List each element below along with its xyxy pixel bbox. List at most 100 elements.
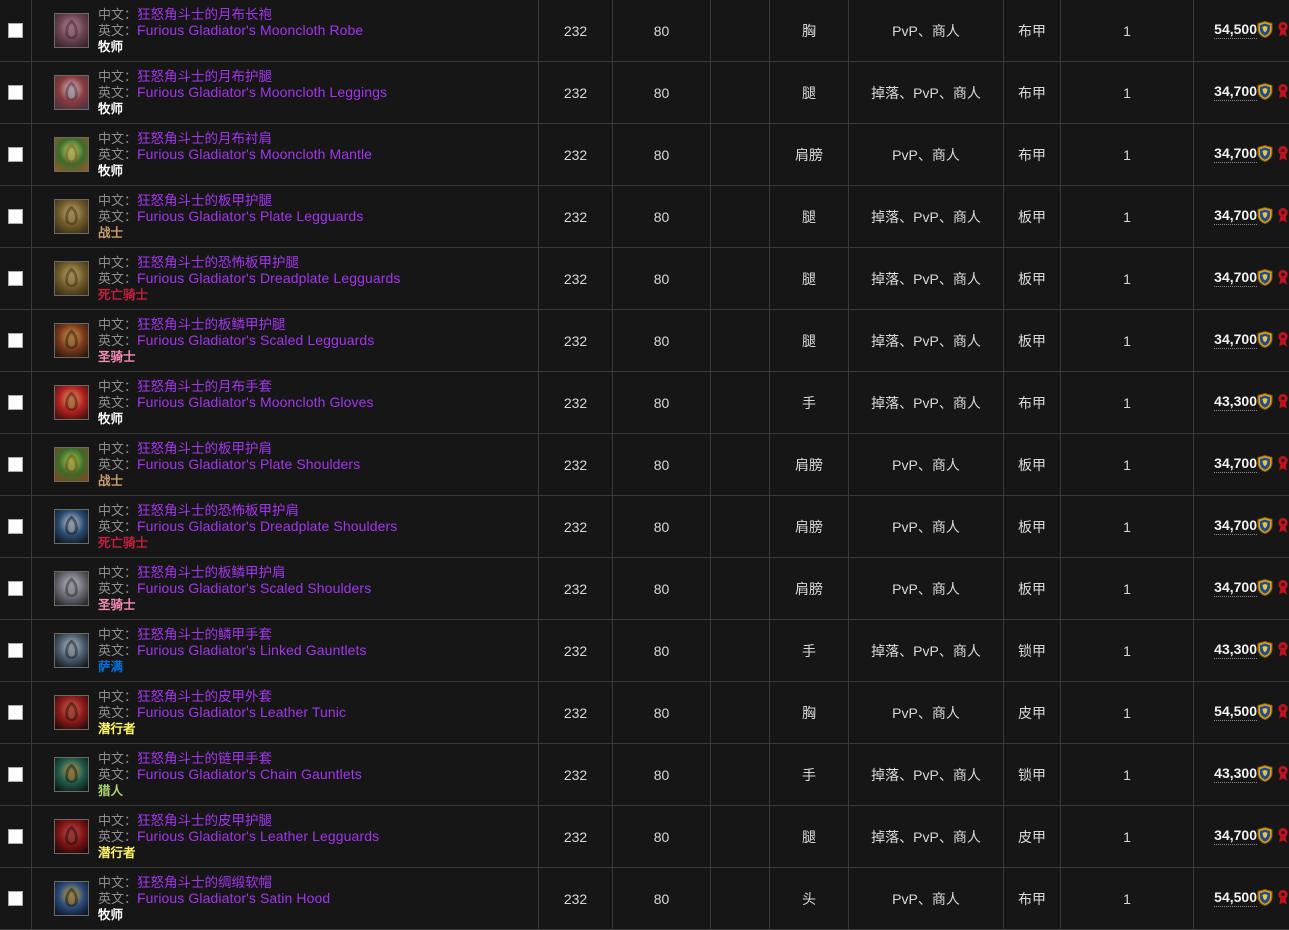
item-name-cn-line: 中文：狂怒角斗士的皮甲外套 — [98, 689, 346, 705]
row-select-cell[interactable] — [0, 124, 32, 186]
item-name-cn[interactable]: 狂怒角斗士的链甲手套 — [137, 751, 272, 766]
row-checkbox[interactable] — [8, 85, 23, 100]
item-name-cn[interactable]: 狂怒角斗士的皮甲护腿 — [137, 813, 272, 828]
item-name-cn[interactable]: 狂怒角斗士的板鳞甲护肩 — [137, 565, 286, 580]
item-icon[interactable] — [54, 261, 89, 296]
table-row[interactable]: 中文：狂怒角斗士的绸缎软帽英文：Furious Gladiator's Sati… — [0, 868, 1289, 930]
row-checkbox[interactable] — [8, 209, 23, 224]
item-name-cn[interactable]: 狂怒角斗士的月布护腿 — [137, 69, 272, 84]
table-row[interactable]: 中文：狂怒角斗士的链甲手套英文：Furious Gladiator's Chai… — [0, 744, 1289, 806]
item-name-cn[interactable]: 狂怒角斗士的板甲护肩 — [137, 441, 272, 456]
row-checkbox[interactable] — [8, 581, 23, 596]
cn-label: 中文： — [98, 317, 137, 332]
item-name-cn[interactable]: 狂怒角斗士的月布衬肩 — [137, 131, 272, 146]
table-row[interactable]: 中文：狂怒角斗士的月布护腿英文：Furious Gladiator's Moon… — [0, 62, 1289, 124]
table-row[interactable]: 中文：狂怒角斗士的板甲护肩英文：Furious Gladiator's Plat… — [0, 434, 1289, 496]
row-checkbox[interactable] — [8, 147, 23, 162]
item-icon[interactable] — [54, 199, 89, 234]
en-label: 英文： — [98, 457, 137, 472]
item-icon[interactable] — [54, 447, 89, 482]
item-name-cn[interactable]: 狂怒角斗士的皮甲外套 — [137, 689, 272, 704]
item-icon[interactable] — [54, 13, 89, 48]
item-icon[interactable] — [54, 757, 89, 792]
row-select-cell[interactable] — [0, 62, 32, 124]
row-checkbox[interactable] — [8, 23, 23, 38]
item-name-en[interactable]: Furious Gladiator's Mooncloth Robe — [137, 22, 363, 38]
row-checkbox[interactable] — [8, 333, 23, 348]
row-select-cell[interactable] — [0, 744, 32, 806]
row-select-cell[interactable] — [0, 434, 32, 496]
row-checkbox[interactable] — [8, 643, 23, 658]
row-select-cell[interactable] — [0, 806, 32, 868]
table-row[interactable]: 中文：狂怒角斗士的恐怖板甲护肩英文：Furious Gladiator's Dr… — [0, 496, 1289, 558]
item-name-cn[interactable]: 狂怒角斗士的恐怖板甲护腿 — [137, 255, 299, 270]
item-icon[interactable] — [54, 819, 89, 854]
item-icon[interactable] — [54, 323, 89, 358]
item-name-en[interactable]: Furious Gladiator's Scaled Shoulders — [137, 580, 371, 596]
en-label: 英文： — [98, 147, 137, 162]
row-checkbox[interactable] — [8, 829, 23, 844]
item-name-en[interactable]: Furious Gladiator's Dreadplate Legguards — [137, 270, 401, 286]
cn-label: 中文： — [98, 379, 137, 394]
table-row[interactable]: 中文：狂怒角斗士的板甲护腿英文：Furious Gladiator's Plat… — [0, 186, 1289, 248]
item-name-cn[interactable]: 狂怒角斗士的恐怖板甲护肩 — [137, 503, 299, 518]
item-name-en[interactable]: Furious Gladiator's Plate Legguards — [137, 208, 363, 224]
item-icon[interactable] — [54, 385, 89, 420]
table-row[interactable]: 中文：狂怒角斗士的鳞甲手套英文：Furious Gladiator's Link… — [0, 620, 1289, 682]
item-icon[interactable] — [54, 509, 89, 544]
table-row[interactable]: 中文：狂怒角斗士的皮甲外套英文：Furious Gladiator's Leat… — [0, 682, 1289, 744]
item-icon[interactable] — [54, 137, 89, 172]
item-name-cn-line: 中文：狂怒角斗士的绸缎软帽 — [98, 875, 330, 891]
row-select-cell[interactable] — [0, 248, 32, 310]
row-checkbox[interactable] — [8, 767, 23, 782]
item-icon[interactable] — [54, 633, 89, 668]
row-select-cell[interactable] — [0, 868, 32, 930]
item-name-en[interactable]: Furious Gladiator's Leather Tunic — [137, 704, 346, 720]
item-name-en[interactable]: Furious Gladiator's Plate Shoulders — [137, 456, 360, 472]
item-name-en[interactable]: Furious Gladiator's Leather Legguards — [137, 828, 379, 844]
table-row[interactable]: 中文：狂怒角斗士的板鳞甲护肩英文：Furious Gladiator's Sca… — [0, 558, 1289, 620]
item-name-cn[interactable]: 狂怒角斗士的鳞甲手套 — [137, 627, 272, 642]
item-name-en[interactable]: Furious Gladiator's Dreadplate Shoulders — [137, 518, 397, 534]
table-row[interactable]: 中文：狂怒角斗士的皮甲护腿英文：Furious Gladiator's Leat… — [0, 806, 1289, 868]
row-select-cell[interactable] — [0, 186, 32, 248]
required-level-cell: 80 — [613, 806, 711, 868]
item-name-en[interactable]: Furious Gladiator's Chain Gauntlets — [137, 766, 362, 782]
item-name-cn[interactable]: 狂怒角斗士的绸缎软帽 — [137, 875, 272, 890]
row-checkbox[interactable] — [8, 891, 23, 906]
item-name-cn[interactable]: 狂怒角斗士的板甲护腿 — [137, 193, 272, 208]
row-select-cell[interactable] — [0, 310, 32, 372]
row-select-cell[interactable] — [0, 558, 32, 620]
item-name-en[interactable]: Furious Gladiator's Mooncloth Gloves — [137, 394, 374, 410]
row-checkbox[interactable] — [8, 457, 23, 472]
row-checkbox[interactable] — [8, 395, 23, 410]
row-checkbox[interactable] — [8, 519, 23, 534]
item-name-cn-line: 中文：狂怒角斗士的链甲手套 — [98, 751, 362, 767]
row-select-cell[interactable] — [0, 0, 32, 62]
item-name-en[interactable]: Furious Gladiator's Linked Gauntlets — [137, 642, 367, 658]
table-row[interactable]: 中文：狂怒角斗士的月布衬肩英文：Furious Gladiator's Moon… — [0, 124, 1289, 186]
table-row[interactable]: 中文：狂怒角斗士的月布手套英文：Furious Gladiator's Moon… — [0, 372, 1289, 434]
row-select-cell[interactable] — [0, 496, 32, 558]
honor-points-icon — [1257, 765, 1273, 785]
table-row[interactable]: 中文：狂怒角斗士的月布长袍英文：Furious Gladiator's Moon… — [0, 0, 1289, 62]
row-select-cell[interactable] — [0, 620, 32, 682]
row-checkbox[interactable] — [8, 705, 23, 720]
row-select-cell[interactable] — [0, 682, 32, 744]
item-name-cn[interactable]: 狂怒角斗士的板鳞甲护腿 — [137, 317, 286, 332]
row-checkbox[interactable] — [8, 271, 23, 286]
item-icon[interactable] — [54, 571, 89, 606]
item-name-en[interactable]: Furious Gladiator's Mooncloth Mantle — [137, 146, 372, 162]
item-icon[interactable] — [54, 695, 89, 730]
honor-points-icon — [1257, 641, 1273, 661]
row-select-cell[interactable] — [0, 372, 32, 434]
horde-emblem-icon — [1275, 517, 1289, 537]
table-row[interactable]: 中文：狂怒角斗士的恐怖板甲护腿英文：Furious Gladiator's Dr… — [0, 248, 1289, 310]
item-name-cn[interactable]: 狂怒角斗士的月布长袍 — [137, 7, 272, 22]
item-name-en[interactable]: Furious Gladiator's Satin Hood — [137, 890, 330, 906]
item-name-en[interactable]: Furious Gladiator's Scaled Legguards — [137, 332, 374, 348]
item-name-en[interactable]: Furious Gladiator's Mooncloth Leggings — [137, 84, 387, 100]
item-icon[interactable] — [54, 75, 89, 110]
item-name-cn[interactable]: 狂怒角斗士的月布手套 — [137, 379, 272, 394]
table-row[interactable]: 中文：狂怒角斗士的板鳞甲护腿英文：Furious Gladiator's Sca… — [0, 310, 1289, 372]
